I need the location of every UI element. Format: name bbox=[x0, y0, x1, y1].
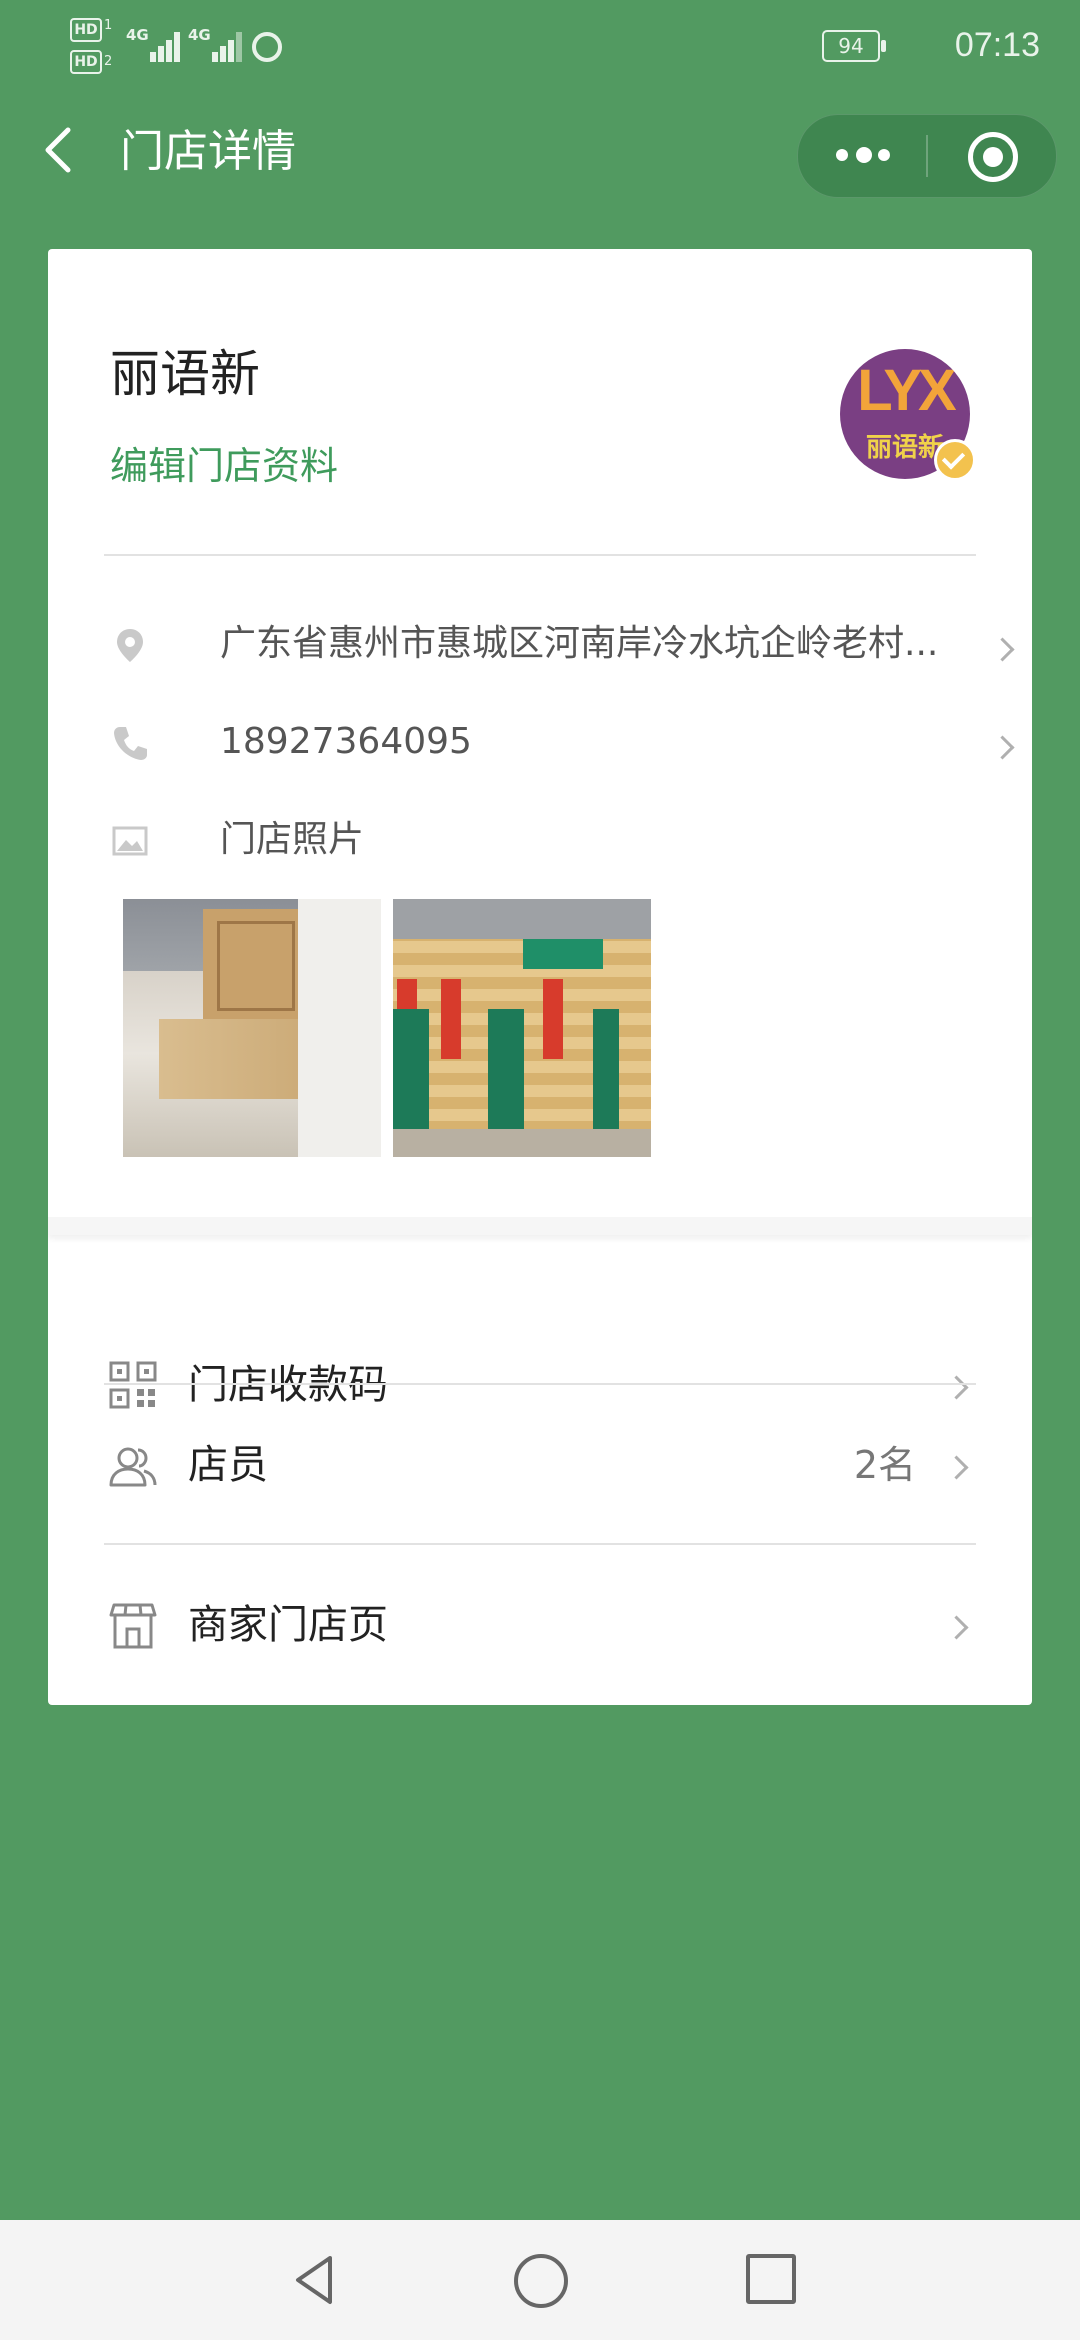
verified-icon bbox=[934, 439, 976, 481]
alarm-icon bbox=[252, 32, 282, 62]
clock: 07:13 bbox=[954, 26, 1040, 64]
chevron-right-icon bbox=[944, 1455, 969, 1480]
image-icon bbox=[112, 826, 148, 856]
network-type-2: 4G bbox=[188, 26, 211, 44]
more-dots-icon bbox=[836, 149, 848, 161]
hd-badge-2: HD bbox=[70, 50, 102, 74]
logo-letters: LYX bbox=[857, 358, 957, 423]
photos-label: 门店照片 bbox=[220, 819, 365, 860]
location-icon bbox=[117, 629, 143, 662]
back-arrow-icon bbox=[45, 127, 71, 173]
store-photo-exterior[interactable] bbox=[393, 899, 651, 1157]
more-button[interactable] bbox=[798, 115, 926, 197]
hd-badge-1: HD bbox=[70, 18, 102, 42]
phone-row[interactable]: 18927364095 bbox=[110, 709, 1015, 779]
menu-item-staff[interactable]: 店员 2名 bbox=[48, 1385, 1032, 1545]
phone-icon bbox=[114, 727, 147, 760]
section-gap bbox=[48, 1217, 1032, 1235]
menu-label: 店员 bbox=[188, 1442, 268, 1488]
status-bar: HD 1 HD 2 4G 4G 94 07:13 bbox=[0, 0, 1080, 96]
store-name: 丽语新 bbox=[110, 345, 260, 403]
mini-program-capsule bbox=[797, 114, 1057, 198]
menu-item-merchant-page[interactable]: 商家门店页 bbox=[48, 1545, 1032, 1705]
signal-icon-1: 4G bbox=[126, 26, 180, 62]
people-icon bbox=[109, 1447, 157, 1487]
chevron-right-icon bbox=[944, 1615, 969, 1640]
chevron-right-icon bbox=[990, 735, 1015, 760]
address-text: 广东省惠州市惠城区河南岸冷水坑企岭老村... bbox=[220, 623, 939, 664]
menu-label: 商家门店页 bbox=[188, 1602, 388, 1648]
photos-row: 门店照片 bbox=[110, 807, 990, 877]
status-left: HD 1 HD 2 4G 4G bbox=[70, 14, 330, 80]
store-detail-card: 丽语新 编辑门店资料 LYX 丽语新 广东省惠州市惠城区河南岸冷水坑企岭老村..… bbox=[48, 249, 1032, 1705]
network-type-1: 4G bbox=[126, 26, 149, 44]
staff-count: 2名 bbox=[853, 1443, 916, 1487]
store-photo-interior[interactable] bbox=[123, 899, 381, 1157]
nav-bar: 门店详情 bbox=[0, 96, 1080, 216]
chevron-right-icon bbox=[990, 637, 1015, 662]
hd-num-1: 1 bbox=[104, 18, 113, 33]
edit-store-link[interactable]: 编辑门店资料 bbox=[110, 441, 338, 491]
back-button[interactable] bbox=[38, 120, 82, 180]
system-recents-button[interactable] bbox=[746, 2254, 796, 2304]
address-row[interactable]: 广东省惠州市惠城区河南岸冷水坑企岭老村... bbox=[110, 611, 1015, 681]
system-back-button[interactable] bbox=[290, 2250, 340, 2310]
divider bbox=[104, 554, 976, 556]
system-nav-bar bbox=[0, 2220, 1080, 2340]
page-title: 门店详情 bbox=[120, 126, 296, 177]
battery-icon: 94 bbox=[822, 30, 886, 62]
signal-icon-2: 4G bbox=[188, 26, 242, 62]
system-home-button[interactable] bbox=[514, 2254, 568, 2308]
close-mini-program-button[interactable] bbox=[928, 115, 1056, 197]
phone-number: 18927364095 bbox=[220, 721, 472, 762]
shop-icon bbox=[109, 1603, 157, 1649]
hd-num-2: 2 bbox=[104, 54, 113, 69]
